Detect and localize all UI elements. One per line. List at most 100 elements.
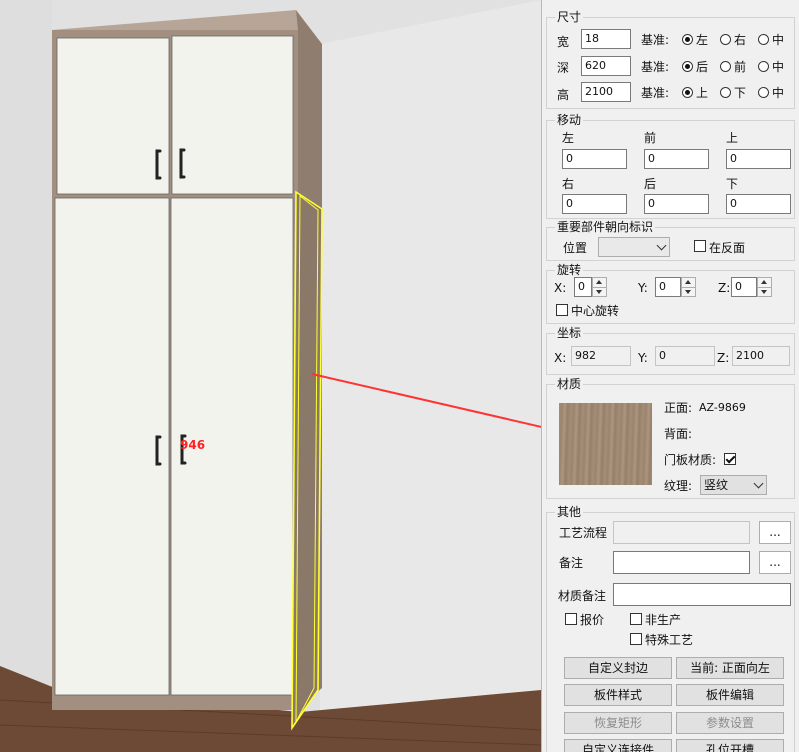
quote-label: 报价 — [580, 613, 605, 627]
position-label: 位置 — [563, 241, 588, 255]
coord-y-value: 0 — [655, 346, 715, 366]
center-rotation-checkbox[interactable] — [556, 304, 568, 316]
reverse-side-checkbox[interactable] — [694, 240, 706, 252]
rotation-y-input[interactable]: 0 — [655, 277, 681, 297]
width-label: 宽 — [557, 35, 570, 49]
height-basis-bottom-radio[interactable] — [720, 87, 731, 98]
width-basis-right-radio[interactable] — [720, 34, 731, 45]
board-edit-button[interactable]: 板件编辑 — [676, 684, 784, 706]
move-front-label: 前 — [644, 131, 657, 145]
bottom-left-door[interactable] — [54, 197, 170, 696]
rotation-z-label: Z: — [718, 281, 731, 295]
process-browse-button[interactable]: ... — [759, 521, 791, 544]
width-input[interactable]: 18 — [581, 29, 631, 49]
material-swatch[interactable] — [559, 403, 652, 485]
move-front-input[interactable]: 0 — [644, 149, 709, 169]
quote-checkbox[interactable] — [565, 613, 577, 625]
height-basis-center-radio[interactable] — [758, 87, 769, 98]
height-basis-bottom-label: 下 — [734, 86, 747, 100]
process-label: 工艺流程 — [559, 526, 608, 540]
move-up-input[interactable]: 0 — [726, 149, 791, 169]
depth-basis-back-radio[interactable] — [682, 61, 693, 72]
size-title: 尺寸 — [555, 10, 584, 24]
rotation-x-input[interactable]: 0 — [574, 277, 592, 297]
move-left-input[interactable]: 0 — [562, 149, 627, 169]
front-material-value: AZ-9869 — [699, 401, 746, 414]
rotation-x-label: X: — [554, 281, 567, 295]
rotation-group: 旋转 X: 0 Y: 0 Z: 0 中心旋转 — [546, 263, 795, 324]
position-select[interactable] — [598, 237, 670, 257]
3d-viewport[interactable]: 946 — [0, 0, 541, 752]
width-basis-right-label: 右 — [734, 33, 747, 47]
grain-select[interactable]: 竖纹 — [700, 475, 767, 495]
depth-basis-label: 基准: — [641, 60, 670, 74]
current-orientation-button[interactable]: 当前: 正面向左 — [676, 657, 784, 679]
move-down-input[interactable]: 0 — [726, 194, 791, 214]
depth-label: 深 — [557, 61, 570, 75]
move-right-input[interactable]: 0 — [562, 194, 627, 214]
depth-input[interactable]: 620 — [581, 56, 631, 76]
coord-z-label: Z: — [717, 351, 730, 365]
depth-basis-center-radio[interactable] — [758, 61, 769, 72]
wardrobe-cabinet[interactable] — [52, 10, 323, 731]
custom-edge-button[interactable]: 自定义封边 — [564, 657, 672, 679]
move-back-input[interactable]: 0 — [644, 194, 709, 214]
remark-input[interactable] — [613, 551, 750, 574]
non-production-checkbox[interactable] — [630, 613, 642, 625]
custom-connector-button[interactable]: 自定义连接件 — [564, 739, 672, 752]
spinner-down-icon[interactable] — [593, 287, 606, 296]
coords-group: 坐标 X: 982 Y: 0 Z: 2100 — [546, 326, 795, 375]
front-material-label: 正面: — [664, 401, 693, 415]
restore-rect-button[interactable]: 恢复矩形 — [564, 712, 672, 734]
height-basis-label: 基准: — [641, 86, 670, 100]
move-title: 移动 — [555, 113, 584, 127]
special-process-label: 特殊工艺 — [645, 633, 694, 647]
orientation-title: 重要部件朝向标识 — [555, 220, 656, 234]
width-basis-left-radio[interactable] — [682, 34, 693, 45]
width-basis-left-label: 左 — [696, 33, 709, 47]
rotation-y-spinner[interactable] — [681, 277, 696, 297]
material-remark-input[interactable] — [613, 583, 791, 606]
depth-basis-center-label: 中 — [772, 60, 785, 74]
move-back-label: 后 — [644, 177, 657, 191]
height-basis-top-radio[interactable] — [682, 87, 693, 98]
remark-browse-button[interactable]: ... — [759, 551, 791, 574]
coords-title: 坐标 — [555, 326, 584, 340]
rotation-x-spinner[interactable] — [592, 277, 607, 297]
process-input[interactable] — [613, 521, 750, 544]
coord-y-label: Y: — [638, 351, 648, 365]
width-basis-center-radio[interactable] — [758, 34, 769, 45]
board-style-button[interactable]: 板件样式 — [564, 684, 672, 706]
top-right-door[interactable] — [171, 35, 294, 195]
part-label: 946 — [180, 438, 206, 452]
reverse-side-label: 在反面 — [709, 241, 746, 255]
special-process-checkbox[interactable] — [630, 633, 642, 645]
material-remark-label: 材质备注 — [558, 589, 607, 603]
spinner-down-icon[interactable] — [682, 287, 695, 296]
move-right-label: 右 — [562, 177, 575, 191]
scene-canvas[interactable] — [0, 0, 541, 752]
move-left-label: 左 — [562, 131, 575, 145]
rotation-y-label: Y: — [638, 281, 648, 295]
top-left-door[interactable] — [56, 37, 170, 195]
height-input[interactable]: 2100 — [581, 82, 631, 102]
other-title: 其他 — [555, 505, 584, 519]
material-title: 材质 — [555, 377, 584, 391]
coord-z-value: 2100 — [732, 346, 790, 366]
width-basis-center-label: 中 — [772, 33, 785, 47]
rotation-z-spinner[interactable] — [757, 277, 772, 297]
rotation-z-input[interactable]: 0 — [731, 277, 757, 297]
center-rotation-label: 中心旋转 — [571, 304, 620, 318]
rotation-title: 旋转 — [555, 263, 584, 277]
chevron-down-icon — [656, 240, 667, 251]
material-group: 材质 正面: AZ-9869 背面: 门板材质: 纹理: 竖纹 — [546, 377, 795, 499]
remark-label: 备注 — [559, 556, 584, 570]
other-group: 其他 工艺流程 ... 备注 ... 材质备注 报价 非生产 特殊工艺 自定义封… — [546, 505, 795, 752]
coord-x-value: 982 — [571, 346, 631, 366]
door-material-checkbox[interactable] — [724, 453, 736, 465]
param-settings-button[interactable]: 参数设置 — [676, 712, 784, 734]
spinner-down-icon[interactable] — [758, 287, 771, 296]
depth-basis-front-radio[interactable] — [720, 61, 731, 72]
hole-slot-button[interactable]: 孔位开槽 — [676, 739, 784, 752]
grain-label: 纹理: — [664, 479, 693, 493]
